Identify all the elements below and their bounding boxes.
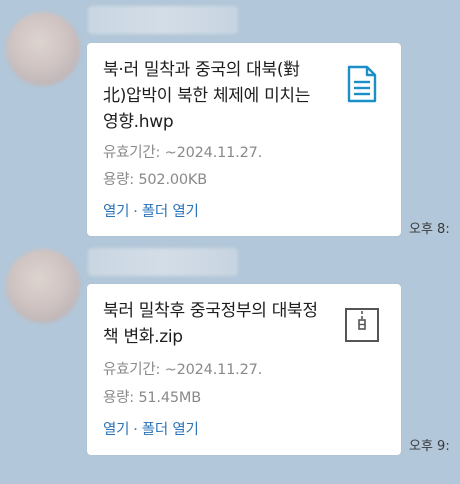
file-size: 용량: 502.00KB bbox=[103, 172, 207, 188]
expiry-date: 유효기간: ~2024.11.27. bbox=[103, 145, 263, 161]
message-time: 오후 8: bbox=[409, 222, 450, 237]
open-file-link[interactable]: 열기 bbox=[103, 422, 129, 438]
file-message-bubble[interactable]: 북러 밀착후 중국정부의 대북정책 변화.zip 유효기간: ~2024.11.… bbox=[87, 284, 401, 455]
file-actions: 열기 · 폴더 열기 bbox=[103, 200, 199, 221]
sender-name bbox=[88, 248, 238, 276]
file-size: 용량: 51.45MB bbox=[103, 390, 201, 406]
open-folder-link[interactable]: 폴더 열기 bbox=[142, 422, 199, 438]
file-message-bubble[interactable]: 북·러 밀착과 중국의 대북(對北)압박이 북한 체제에 미치는 영향.hwp … bbox=[87, 43, 401, 236]
open-file-link[interactable]: 열기 bbox=[103, 204, 129, 220]
sender-name bbox=[88, 6, 238, 34]
message-time: 오후 9: bbox=[409, 439, 450, 454]
file-title[interactable]: 북러 밀착후 중국정부의 대북정책 변화.zip bbox=[103, 298, 318, 350]
open-folder-link[interactable]: 폴더 열기 bbox=[142, 204, 199, 220]
file-actions: 열기 · 폴더 열기 bbox=[103, 418, 199, 439]
document-icon bbox=[347, 65, 377, 103]
file-title[interactable]: 북·러 밀착과 중국의 대북(對北)압박이 북한 체제에 미치는 영향.hwp bbox=[103, 57, 318, 135]
zip-archive-icon bbox=[345, 308, 379, 342]
sender-avatar[interactable] bbox=[6, 249, 80, 323]
sender-avatar[interactable] bbox=[6, 12, 80, 86]
separator: · bbox=[133, 204, 138, 220]
separator: · bbox=[133, 422, 138, 438]
expiry-date: 유효기간: ~2024.11.27. bbox=[103, 362, 263, 378]
